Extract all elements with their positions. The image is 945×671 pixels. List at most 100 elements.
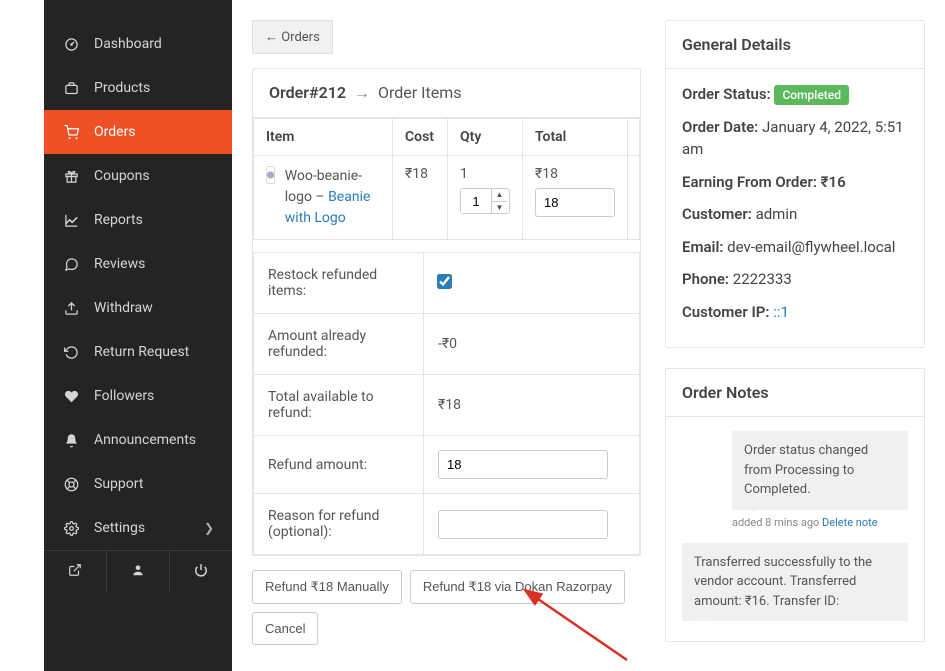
sidebar-item-label: Settings — [94, 520, 145, 536]
email-label: Email: — [682, 238, 723, 256]
cart-icon — [62, 125, 80, 140]
gear-icon — [62, 521, 80, 536]
product-thumbnail — [266, 166, 275, 184]
cancel-button[interactable]: Cancel — [252, 612, 318, 645]
stepper-up-icon[interactable]: ▲ — [492, 189, 507, 202]
sidebar-item-label: Return Request — [94, 344, 189, 360]
status-badge: Completed — [774, 85, 849, 105]
ip-value[interactable]: ::1 — [773, 303, 789, 321]
order-number: Order#212 — [269, 83, 346, 102]
sidebar-item-label: Dashboard — [94, 36, 162, 52]
refund-amount-input[interactable] — [438, 450, 608, 479]
qty-input[interactable] — [461, 189, 491, 213]
restock-checkbox[interactable] — [437, 274, 452, 289]
stepper-down-icon[interactable]: ▼ — [492, 202, 507, 214]
sidebar-item-support[interactable]: Support — [44, 462, 232, 506]
general-details-title: General Details — [666, 21, 924, 69]
refund-amount-label: Refund amount: — [254, 436, 424, 494]
chart-icon — [62, 213, 80, 228]
sidebar-item-settings[interactable]: Settings ❯ — [44, 506, 232, 550]
order-items-card: Order#212 → Order Items Item Cost Qty To… — [252, 68, 641, 556]
refund-gateway-button[interactable]: Refund ₹18 via Dokan Razorpay — [410, 570, 625, 604]
sidebar-item-return-request[interactable]: Return Request — [44, 330, 232, 374]
sidebar-item-label: Orders — [94, 124, 136, 140]
phone-label: Phone: — [682, 270, 729, 288]
bell-icon — [62, 433, 80, 448]
sidebar-item-label: Coupons — [94, 168, 150, 184]
sidebar-external-link-button[interactable] — [44, 551, 107, 593]
already-refunded-value: -₹0 — [424, 314, 640, 375]
order-date-label: Order Date: — [682, 118, 758, 136]
order-status-label: Order Status: — [682, 85, 771, 103]
row-spacer — [628, 156, 640, 240]
col-qty: Qty — [448, 119, 523, 156]
sidebar-item-dashboard[interactable]: Dashboard — [44, 22, 232, 66]
item-cost: ₹18 — [393, 156, 448, 240]
item-name-text: Woo-beanie-logo – Beanie with Logo — [285, 166, 380, 229]
col-cost: Cost — [393, 119, 448, 156]
sidebar: Dashboard Products Orders Coupons Reports Rev… — [44, 0, 232, 671]
upload-icon — [62, 301, 80, 316]
earning-label: Earning From Order: — [682, 173, 817, 191]
customer-label: Customer: — [682, 205, 752, 223]
item-qty-display: 1 — [460, 166, 510, 182]
customer-value: admin — [756, 205, 798, 223]
sidebar-item-coupons[interactable]: Coupons — [44, 154, 232, 198]
restock-label: Restock refunded items: — [254, 253, 424, 314]
available-refund-value: ₹18 — [424, 375, 640, 436]
sidebar-item-products[interactable]: Products — [44, 66, 232, 110]
sidebar-power-button[interactable] — [170, 551, 232, 593]
note-meta-text: added 8 mins ago — [732, 516, 819, 529]
sidebar-item-withdraw[interactable]: Withdraw — [44, 286, 232, 330]
lifebuoy-icon — [62, 477, 80, 492]
order-card-header: Order#212 → Order Items — [253, 69, 640, 118]
sidebar-item-reviews[interactable]: Reviews — [44, 242, 232, 286]
col-spacer — [628, 119, 640, 156]
available-refund-label: Total available to refund: — [254, 375, 424, 436]
order-items-subtitle: Order Items — [378, 83, 462, 102]
table-row: Woo-beanie-logo – Beanie with Logo ₹18 1 — [254, 156, 640, 240]
sidebar-item-label: Products — [94, 80, 150, 96]
phone-value: 2222333 — [733, 270, 792, 288]
email-value: dev-email@flywheel.local — [727, 238, 895, 256]
item-total-input[interactable] — [535, 188, 615, 217]
already-refunded-label: Amount already refunded: — [254, 314, 424, 375]
sidebar-item-label: Reports — [94, 212, 143, 228]
sidebar-item-label: Reviews — [94, 256, 145, 272]
sidebar-item-orders[interactable]: Orders — [44, 110, 232, 154]
chevron-right-icon: ❯ — [204, 521, 214, 535]
sidebar-item-reports[interactable]: Reports — [44, 198, 232, 242]
refund-reason-input[interactable] — [438, 510, 608, 539]
sidebar-item-announcements[interactable]: Announcements — [44, 418, 232, 462]
speech-icon — [62, 257, 80, 272]
order-notes-title: Order Notes — [666, 369, 924, 417]
order-note: Transferred successfully to the vendor a… — [682, 543, 908, 622]
delete-note-link[interactable]: Delete note — [822, 516, 878, 529]
back-to-orders-link[interactable]: ← Orders — [252, 20, 333, 54]
order-notes-card: Order Notes Order status changed from Pr… — [665, 368, 925, 642]
sidebar-item-label: Support — [94, 476, 143, 492]
item-total-display: ₹18 — [535, 166, 615, 182]
sidebar-item-label: Announcements — [94, 432, 196, 448]
heart-icon — [62, 389, 80, 404]
quantity-stepper[interactable]: ▲ ▼ — [460, 188, 510, 214]
sidebar-user-button[interactable] — [107, 551, 170, 593]
sidebar-item-label: Withdraw — [94, 300, 153, 316]
col-total: Total — [523, 119, 628, 156]
arrow-icon: → — [354, 83, 370, 102]
ip-label: Customer IP: — [682, 303, 770, 321]
refund-fields-table: Restock refunded items: Amount already r… — [253, 252, 640, 555]
dashboard-icon — [62, 37, 80, 52]
rotate-icon — [62, 345, 80, 360]
gift-icon — [62, 169, 80, 184]
refund-manually-button[interactable]: Refund ₹18 Manually — [252, 570, 402, 604]
sidebar-item-followers[interactable]: Followers — [44, 374, 232, 418]
refund-reason-label: Reason for refund (optional): — [254, 494, 424, 555]
earning-value: ₹16 — [821, 173, 846, 191]
order-items-table: Item Cost Qty Total — [253, 118, 640, 240]
general-details-card: General Details Order Status: Completed … — [665, 20, 925, 348]
sidebar-item-label: Followers — [94, 388, 154, 404]
col-item: Item — [254, 119, 393, 156]
order-note: Order status changed from Processing to … — [732, 431, 908, 510]
briefcase-icon — [62, 81, 80, 96]
